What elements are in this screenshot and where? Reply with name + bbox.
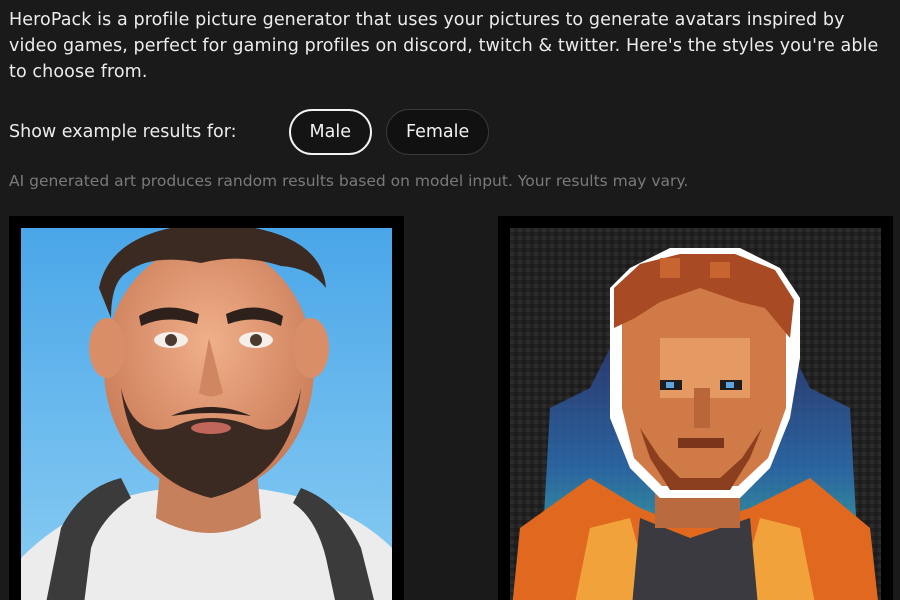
filter-label: Show example results for: xyxy=(9,122,237,142)
avatar-image-3d xyxy=(21,228,392,600)
example-card-3d[interactable] xyxy=(9,216,404,600)
intro-paragraph: HeroPack is a profile picture generator … xyxy=(9,10,879,82)
male-option-button[interactable]: Male xyxy=(288,109,372,155)
male-option-label: Male xyxy=(309,122,351,142)
example-card-pixel[interactable] xyxy=(498,216,893,600)
page: HeroPack is a profile picture generator … xyxy=(0,0,900,600)
ai-disclaimer: AI generated art produces random results… xyxy=(9,172,689,190)
gender-filter: Show example results for: Male Female xyxy=(9,108,490,156)
avatar-image-pixel xyxy=(510,228,881,600)
female-option-button[interactable]: Female xyxy=(385,109,490,155)
female-option-label: Female xyxy=(405,122,470,142)
